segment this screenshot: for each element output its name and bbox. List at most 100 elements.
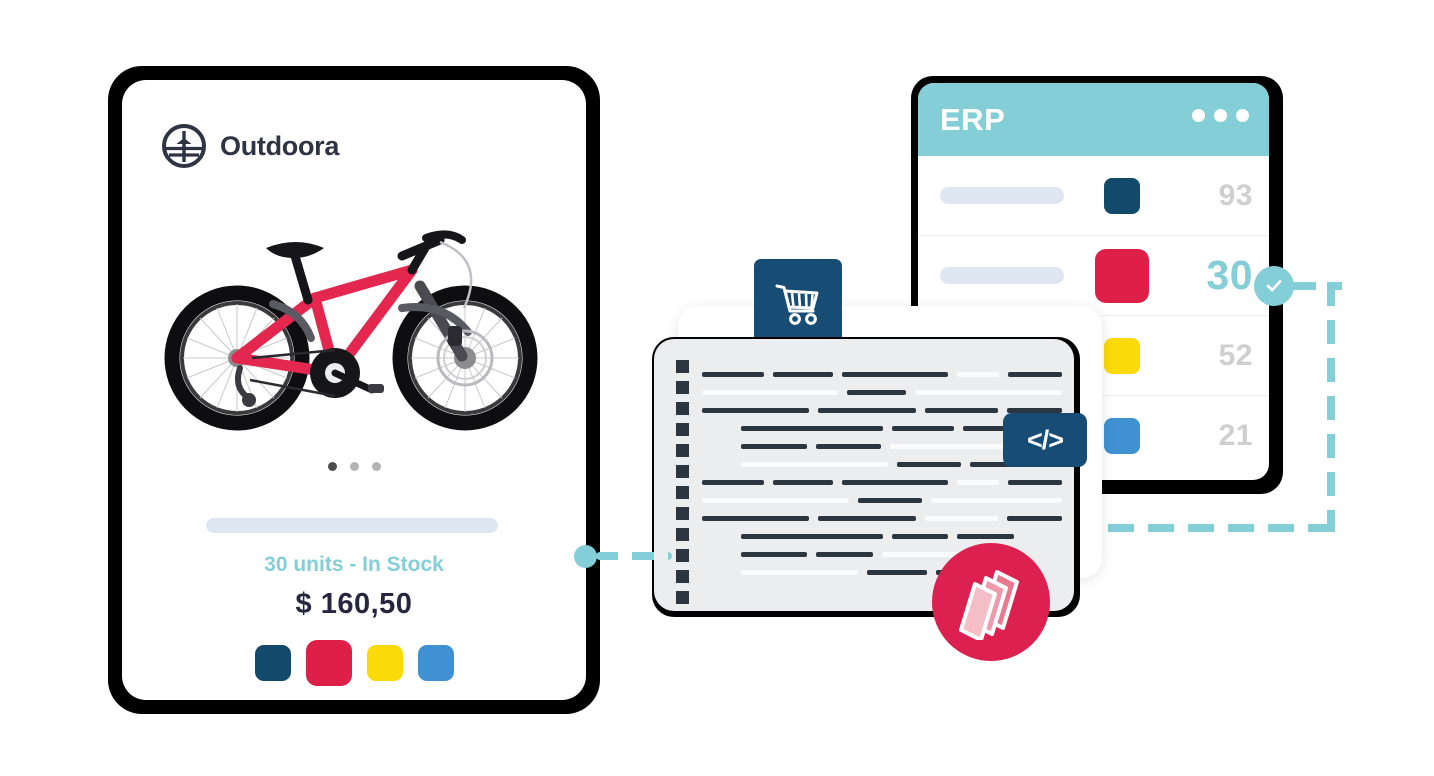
- erp-window-titlebar: ERP: [918, 83, 1269, 156]
- document-line-segment: [702, 497, 850, 503]
- product-tablet-device: Outdoora 30 units - In Stock $ 160,50: [108, 66, 600, 714]
- window-control-dot-2[interactable]: [1214, 109, 1227, 122]
- document-line-segment: [915, 389, 1062, 395]
- document-line-segment: [930, 497, 1062, 503]
- binding-square: [676, 591, 689, 604]
- binding-square: [676, 360, 689, 373]
- document-line-segment: [741, 551, 807, 557]
- document-line-segment: [892, 533, 948, 539]
- erp-title-label: ERP: [940, 101, 1006, 137]
- document-line-segment: [957, 533, 1014, 539]
- document-line-segment: [741, 425, 883, 431]
- document-line-segment: [858, 497, 922, 503]
- document-line: [702, 491, 1062, 509]
- document-line-segment: [956, 371, 1000, 377]
- binding-square: [676, 465, 689, 478]
- image-carousel-dots[interactable]: [122, 462, 586, 471]
- document-line-segment: [702, 515, 809, 521]
- erp-table-row[interactable]: 30: [918, 236, 1269, 316]
- document-line-segment: [867, 569, 927, 575]
- document-line: [702, 473, 1062, 491]
- binding-square: [676, 570, 689, 583]
- connector-node-dot: [574, 545, 597, 568]
- erp-row-quantity: 93: [1218, 178, 1253, 212]
- binding-square: [676, 486, 689, 499]
- document-line-segment: [702, 407, 809, 413]
- check-icon: [1254, 266, 1294, 306]
- document-line-segment: [741, 569, 858, 575]
- document-line-segment: [702, 371, 764, 377]
- code-badge[interactable]: </>: [1003, 413, 1087, 467]
- document-line: [702, 509, 1062, 527]
- outdoora-circle-logo-icon: [162, 124, 206, 168]
- price-label: $ 160,50: [295, 588, 413, 620]
- erp-row-color-swatch: [1104, 417, 1140, 454]
- erp-row-label-placeholder: [940, 187, 1064, 204]
- document-line-segment: [897, 461, 961, 467]
- document-line-indent: [702, 462, 732, 467]
- document-line-segment: [841, 371, 948, 377]
- carousel-dot-2[interactable]: [349, 462, 359, 471]
- window-controls[interactable]: [1192, 109, 1249, 122]
- document-line-segment: [956, 479, 1000, 485]
- erp-table-row[interactable]: 93: [918, 156, 1269, 236]
- document-line-indent: [702, 426, 732, 431]
- erp-row-quantity: 52: [1218, 338, 1253, 372]
- erp-row-color-swatch: [1095, 248, 1149, 303]
- binding-square: [676, 444, 689, 457]
- document-line: [702, 365, 1062, 383]
- shopping-cart-icon[interactable]: [754, 259, 842, 347]
- binding-square: [676, 528, 689, 541]
- code-badge-label: </>: [1026, 424, 1064, 455]
- brand-header: Outdoora: [162, 124, 339, 168]
- color-swatch-row[interactable]: [122, 640, 586, 686]
- document-line-segment: [1006, 407, 1062, 413]
- document-line-segment: [816, 551, 873, 557]
- carousel-dot-1[interactable]: [327, 462, 337, 471]
- erp-row-color-swatch: [1104, 337, 1140, 374]
- document-line-segment: [924, 515, 998, 521]
- document-line-indent: [702, 444, 732, 449]
- connector-dashed-left: [596, 552, 672, 560]
- color-swatch-navy[interactable]: [254, 645, 291, 681]
- product-card-screen: Outdoora 30 units - In Stock $ 160,50: [122, 80, 586, 700]
- connector-dashed-bottom: [1068, 524, 1335, 532]
- binding-square: [676, 402, 689, 415]
- document-line-segment: [924, 407, 998, 413]
- document-line-segment: [772, 479, 833, 485]
- document-line-segment: [841, 479, 948, 485]
- document-line-segment: [741, 443, 807, 449]
- connector-dashed-right: [1327, 282, 1335, 532]
- stacked-layers-icon: [932, 543, 1050, 661]
- product-title-placeholder: [206, 518, 498, 533]
- color-swatch-yellow[interactable]: [366, 645, 403, 681]
- document-line-segment: [1008, 479, 1062, 485]
- mountain-bike-illustration-icon: [140, 208, 568, 448]
- color-swatch-blue[interactable]: [417, 645, 454, 681]
- document-line-segment: [816, 443, 881, 449]
- binding-square: [676, 423, 689, 436]
- document-line-indent: [702, 570, 732, 575]
- spiral-binding: [676, 360, 689, 604]
- carousel-dot-3[interactable]: [371, 462, 381, 471]
- window-control-dot-3[interactable]: [1236, 109, 1249, 122]
- color-swatch-crimson[interactable]: [305, 640, 352, 686]
- document-line: [702, 527, 1062, 545]
- document-line-indent: [702, 534, 732, 539]
- erp-row-quantity: 30: [1206, 252, 1253, 298]
- binding-square: [676, 381, 689, 394]
- document-line: [702, 383, 1062, 401]
- document-line-segment: [847, 389, 907, 395]
- document-line-segment: [817, 515, 916, 521]
- document-line-segment: [892, 425, 954, 431]
- erp-row-color-swatch: [1104, 177, 1140, 214]
- binding-square: [676, 549, 689, 562]
- document-line-segment: [741, 461, 888, 467]
- document-line-segment: [772, 371, 833, 377]
- window-control-dot-1[interactable]: [1192, 109, 1205, 122]
- erp-row-label-placeholder: [940, 267, 1064, 284]
- document-line-segment: [702, 389, 839, 395]
- erp-row-quantity: 21: [1218, 418, 1253, 452]
- document-line-segment: [741, 533, 883, 539]
- document-line-indent: [702, 552, 732, 557]
